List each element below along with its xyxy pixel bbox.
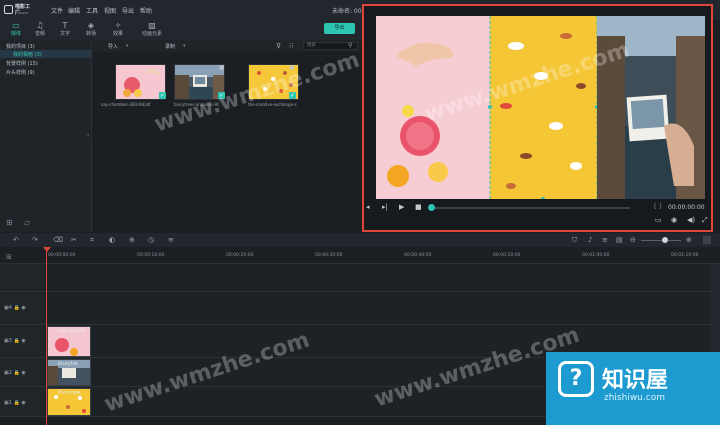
playhead[interactable] <box>46 247 47 425</box>
tab-elements[interactable]: ▨ 动画元素 <box>137 21 167 39</box>
playhead-handle[interactable] <box>43 247 51 252</box>
media-icon: ▭ <box>12 21 20 30</box>
sidebar-item-intros[interactable]: 片头样例 (9) <box>6 69 35 76</box>
timeline-settings-icon[interactable] <box>703 236 711 244</box>
tab-transition[interactable]: ◈ 转场 <box>78 21 104 39</box>
display-icon[interactable]: ▭ <box>655 216 662 224</box>
scrubber-handle[interactable] <box>428 204 435 211</box>
brand-url: zhishiwu.com <box>604 393 665 403</box>
add-folder-icon[interactable]: ⊞ <box>6 218 13 227</box>
export-button[interactable]: 导出 <box>324 23 355 34</box>
transition-icon: ◈ <box>87 21 95 30</box>
zoom-slider[interactable] <box>641 240 681 241</box>
track-label: ▣1 🔒 ◉ <box>4 400 26 406</box>
redo-icon[interactable]: ↷ <box>32 236 38 244</box>
brand-name: 知识屋 <box>602 368 669 393</box>
speed-icon[interactable]: ◷ <box>148 236 154 244</box>
record-dropdown-icon[interactable]: ▾ <box>183 43 186 49</box>
crop-icon[interactable]: ⌗ <box>90 236 94 245</box>
mark-in-out[interactable]: { } <box>653 203 663 210</box>
timeline-clip-2[interactable]: blurytre <box>47 359 91 386</box>
timeline-toolbar <box>0 233 720 247</box>
step-back-icon[interactable]: ▸| <box>382 203 388 211</box>
preview-timecode: 00:00:00:00 <box>668 204 705 211</box>
sidebar-item-my-projects[interactable]: 我的项目 (3) <box>6 43 35 50</box>
tab-effects[interactable]: ✧ 效果 <box>105 21 131 39</box>
mic-icon[interactable]: ♪ <box>588 236 592 244</box>
track-label: ▣2 🔒 ◉ <box>4 370 26 376</box>
render-icon[interactable]: ▤ <box>616 236 623 244</box>
track-label: ▣3 🔒 ◉ <box>4 338 26 344</box>
text-icon: T <box>62 21 68 30</box>
track-body-empty <box>44 264 710 292</box>
tab-text[interactable]: T 文字 <box>52 21 78 39</box>
tab-audio[interactable]: ♫ 音频 <box>27 21 53 39</box>
ruler-tick: 00:01:10:00 <box>671 253 699 258</box>
ruler-tick: 00:00:10:00 <box>137 253 165 258</box>
mixer-icon[interactable]: ≡ <box>602 236 608 244</box>
ruler-tick: 00:00:40:00 <box>404 253 432 258</box>
shield-icon[interactable]: ⛉ <box>572 236 577 245</box>
menu-export[interactable]: 导出 <box>122 6 134 15</box>
color-icon[interactable]: ◐ <box>109 236 115 244</box>
import-button[interactable]: 导入 <box>108 43 118 50</box>
ruler-tick: 00:00:50:00 <box>493 253 521 258</box>
timeline-clip-1[interactable]: say-chamb <box>47 326 91 357</box>
elements-icon: ▨ <box>148 21 156 30</box>
ruler-tick: 00:01:00:00 <box>582 253 610 258</box>
grid-view-icon[interactable]: ⁝⁝ <box>289 42 293 50</box>
folder-icon[interactable]: ▱ <box>24 218 30 227</box>
app-logo: 喵影工厂 Filmora <box>4 3 34 17</box>
timeline-ruler[interactable] <box>0 247 720 264</box>
menu-view[interactable]: 视图 <box>104 6 116 15</box>
zoom-in-icon[interactable]: ⊕ <box>686 236 692 244</box>
volume-icon[interactable]: ◀) <box>687 216 695 224</box>
track-header-empty <box>0 264 44 292</box>
menu-tools[interactable]: 工具 <box>86 6 98 15</box>
fullscreen-icon[interactable]: ⤢ <box>702 216 708 225</box>
question-icon: ? <box>558 361 594 397</box>
sidebar-item-my-album[interactable]: 我的相册 (3) <box>13 51 42 58</box>
video-type-icon: ▣ <box>219 64 225 71</box>
playback-scrubber[interactable] <box>430 207 630 209</box>
delete-icon[interactable]: ⌫ <box>53 236 63 244</box>
zoom-out-icon[interactable]: ⊖ <box>630 236 636 244</box>
import-dropdown-icon[interactable]: ▾ <box>126 43 129 49</box>
track-label: ▣4 🔒 ◉ <box>4 305 26 311</box>
filter-icon[interactable]: ⊽ <box>276 42 281 50</box>
menu-help[interactable]: 帮助 <box>140 6 152 15</box>
sidebar-item-backgrounds[interactable]: 背景样例 (15) <box>6 60 38 67</box>
timeline-clip-3[interactable]: the-creat <box>47 388 91 416</box>
tab-media[interactable]: ▭ 媒体 <box>3 21 29 39</box>
media-item-name: say-chambler-360c8d2df <box>101 102 151 107</box>
music-icon: ♫ <box>36 21 44 30</box>
prev-frame-icon[interactable]: ◂ <box>366 203 370 211</box>
collapse-arrow-icon[interactable]: ‹ <box>87 132 89 139</box>
audio-mix-icon[interactable]: ⊕ <box>129 236 135 244</box>
cut-icon[interactable]: ✂ <box>71 236 77 244</box>
effects-icon: ✧ <box>114 21 122 30</box>
snapshot-icon[interactable]: ◉ <box>671 216 677 224</box>
record-button[interactable]: 录制 <box>165 43 175 50</box>
menu-edit[interactable]: 编辑 <box>68 6 80 15</box>
split-icon[interactable]: ≋ <box>168 236 174 244</box>
add-track-icon[interactable]: ⊞ <box>6 253 12 261</box>
play-icon[interactable]: ▶ <box>399 203 404 211</box>
ruler-tick: 00:00:20:00 <box>226 253 254 258</box>
checkmark-icon: ✓ <box>159 92 166 99</box>
ruler-tick: 00:00:00:00 <box>48 253 76 258</box>
zoom-handle[interactable] <box>662 237 668 243</box>
track-body-4 <box>44 292 710 325</box>
ruler-tick: 00:00:30:00 <box>315 253 343 258</box>
menu-file[interactable]: 文件 <box>51 6 63 15</box>
undo-icon[interactable]: ↶ <box>13 236 19 244</box>
stop-icon[interactable]: ■ <box>415 203 422 211</box>
